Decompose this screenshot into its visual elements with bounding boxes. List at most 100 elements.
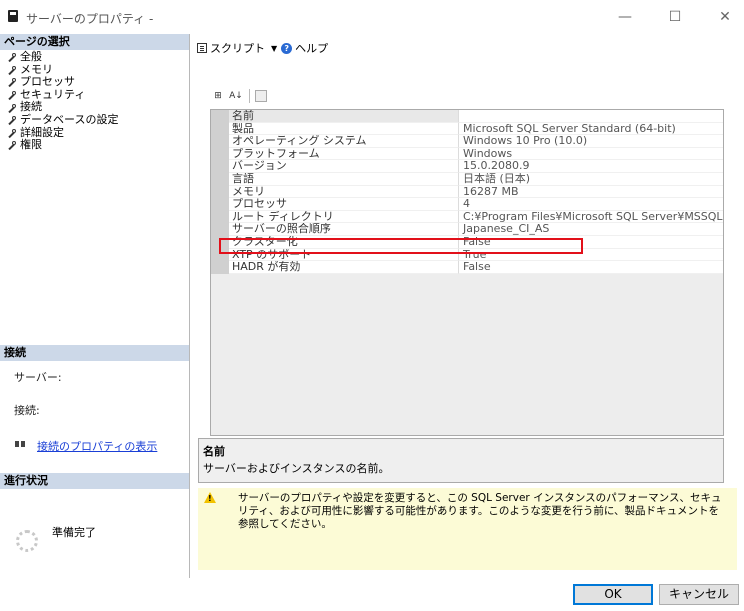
wrench-icon [8, 91, 16, 99]
property-value: False [459, 236, 723, 249]
chevron-down-icon[interactable]: ▼ [271, 44, 277, 53]
property-value: Windows [459, 147, 723, 161]
page-item-label: 権限 [20, 138, 42, 152]
toolbar-divider [249, 89, 250, 103]
property-name: サーバーの照合順序 [229, 223, 459, 236]
grid-gutter [211, 122, 229, 136]
page-item-label: データベースの設定 [20, 112, 119, 126]
property-name: HADR が有効 [229, 261, 459, 274]
property-value [459, 110, 723, 123]
cancel-button[interactable]: キャンセル [659, 584, 739, 605]
wrench-icon [8, 65, 16, 74]
page-item[interactable]: プロセッサ [8, 76, 118, 89]
grid-gutter [211, 210, 229, 224]
page-item[interactable]: 権限 [8, 139, 118, 152]
grid-gutter [211, 147, 229, 161]
property-name: XTP のサポート [229, 248, 459, 262]
property-value: Microsoft SQL Server Standard (64-bit) [459, 122, 723, 136]
grid-gutter [211, 135, 229, 148]
property-name: プラットフォーム [229, 147, 459, 161]
property-name: オペレーティング システム [229, 135, 459, 148]
page-item[interactable]: データベースの設定 [8, 112, 119, 127]
property-row[interactable]: XTP のサポート True [211, 248, 723, 262]
property-name: ルート ディレクトリ [229, 210, 459, 224]
page-item-label: 全般 [20, 50, 42, 63]
connection-header: 接続 [0, 345, 189, 361]
script-button[interactable]: スクリプト [210, 40, 265, 56]
property-grid-toolbar: ⊞ A↓ [210, 88, 267, 104]
property-value: 4 [459, 198, 723, 211]
property-value: False [459, 261, 723, 274]
property-name: プロセッサ [229, 198, 459, 211]
page-item[interactable]: 全般 [8, 50, 118, 64]
left-pane: ページの選択 全般 メモリ プロセッサ セキュリティ 接続 データベースの設定 詳細設定 権限… [0, 34, 190, 578]
property-name: クラスター化 [229, 236, 459, 249]
grid-gutter [211, 185, 229, 199]
title-bar: サーバーのプロパティ - — ☐ ✕ [0, 0, 744, 34]
grid-gutter [211, 110, 229, 123]
property-row[interactable]: プラットフォーム Windows [211, 147, 723, 161]
grid-gutter [211, 223, 229, 236]
maximize-button[interactable]: ☐ [660, 6, 690, 28]
close-button[interactable]: ✕ [710, 6, 740, 28]
server-label: サーバー: [14, 371, 62, 384]
page-list: 全般 メモリ プロセッサ セキュリティ 接続 データベースの設定 詳細設定 権限 [8, 50, 119, 152]
property-name: 名前 [229, 110, 459, 123]
property-value: 日本語 (日本) [459, 173, 723, 186]
grid-gutter [211, 261, 229, 274]
wrench-icon [8, 116, 16, 124]
warning-text: サーバーのプロパティや設定を変更すると、この SQL Server インスタンス… [238, 492, 722, 530]
ok-button[interactable]: OK [573, 584, 653, 605]
property-row[interactable]: バージョン 15.0.2080.9 [211, 160, 723, 173]
minimize-button[interactable]: — [610, 6, 640, 28]
property-row[interactable]: 製品 Microsoft SQL Server Standard (64-bit) [211, 122, 723, 136]
wrench-icon [8, 53, 16, 61]
property-row[interactable]: プロセッサ 4 [211, 198, 723, 211]
categorized-icon[interactable]: ⊞ [210, 88, 226, 104]
property-name: メモリ [229, 185, 459, 199]
property-row[interactable]: メモリ 16287 MB [211, 185, 723, 199]
property-value: C:¥Program Files¥Microsoft SQL Server¥MS… [459, 210, 723, 224]
grid-header-row[interactable]: 名前 [211, 110, 723, 123]
property-row[interactable]: HADR が有効 False [211, 261, 723, 274]
wrench-icon [8, 141, 16, 149]
property-pages-icon[interactable] [255, 90, 267, 102]
help-icon[interactable]: ? [281, 42, 293, 54]
warning-glyph: ! [208, 494, 212, 503]
wrench-icon [8, 128, 16, 137]
progress-status: 準備完了 [52, 526, 96, 539]
progress-spinner-icon [16, 530, 38, 552]
sort-alphabetical-icon[interactable]: A↓ [228, 88, 244, 104]
view-connection-properties-link[interactable]: 接続のプロパティの表示 [37, 438, 157, 454]
property-row[interactable]: 言語 日本語 (日本) [211, 173, 723, 186]
property-row[interactable]: ルート ディレクトリ C:¥Program Files¥Microsoft SQL… [211, 210, 723, 224]
window-title: サーバーのプロパティ - [26, 12, 154, 26]
property-value: Windows 10 Pro (10.0) [459, 135, 723, 148]
property-value: Japanese_CI_AS [459, 223, 723, 236]
script-icon[interactable] [197, 43, 207, 53]
property-row[interactable]: サーバーの照合順序 Japanese_CI_AS [211, 223, 723, 236]
property-value: True [459, 248, 723, 262]
property-name: 言語 [229, 173, 459, 186]
description-title: 名前 [203, 445, 225, 458]
wrench-icon [8, 103, 16, 112]
grid-gutter [211, 198, 229, 211]
property-value: 16287 MB [459, 185, 723, 199]
connection-label: 接続: [14, 404, 40, 417]
progress-header: 進行状況 [0, 473, 189, 489]
property-row[interactable]: クラスター化 False [211, 236, 723, 249]
page-item-label: プロセッサ [20, 75, 75, 89]
property-grid[interactable]: 名前 製品 Microsoft SQL Server Standard (64-b… [210, 109, 724, 436]
grid-gutter [211, 160, 229, 173]
page-select-header: ページの選択 [0, 34, 189, 50]
property-name: バージョン [229, 160, 459, 173]
property-row[interactable]: オペレーティング システム Windows 10 Pro (10.0) [211, 135, 723, 148]
app-icon [8, 10, 18, 22]
warning-icon: ! [204, 492, 216, 503]
help-button[interactable]: ヘルプ [295, 40, 328, 56]
grid-gutter [211, 248, 229, 262]
grid-gutter [211, 173, 229, 186]
wrench-icon [8, 78, 16, 86]
property-name: 製品 [229, 122, 459, 136]
toolbar: スクリプト ▼ ? ヘルプ [197, 38, 328, 58]
